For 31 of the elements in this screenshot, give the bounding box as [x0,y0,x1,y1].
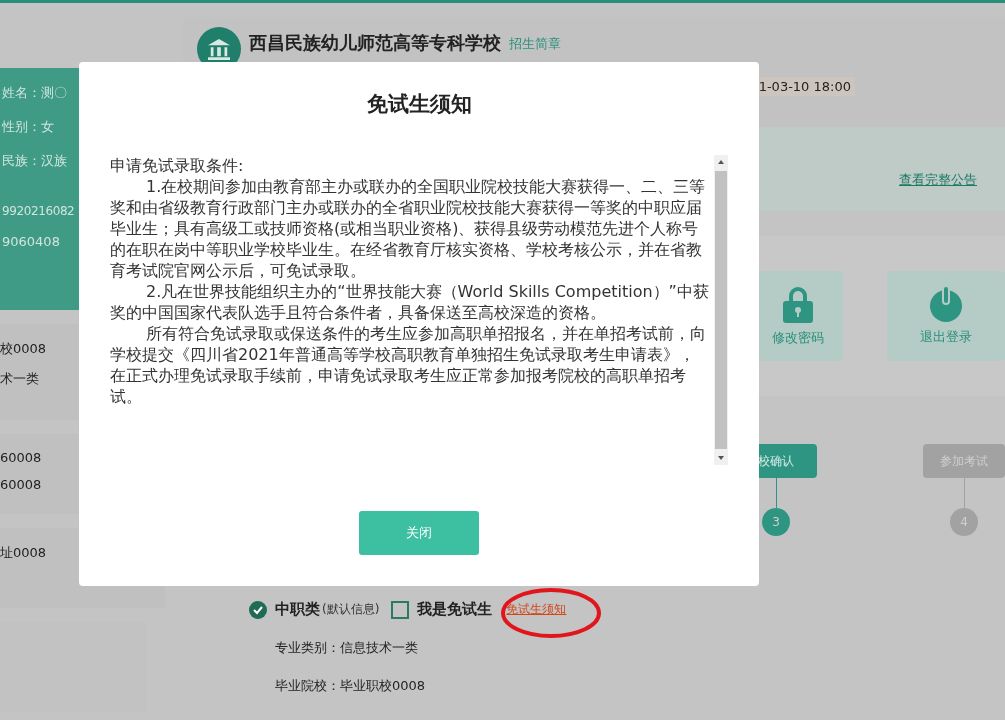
full-notice-link[interactable]: 查看完整公告 [899,171,977,189]
profile-text: 9060408 [2,234,60,249]
info-text: 60008 [0,477,42,492]
notice-paragraph: 所有符合免试录取或保送条件的考生应参加高职单招报名，并在单招考试前，向学校提交《四川省2021年普通高等学校高职教育单独招生免试录取考生申请表》，在正式办理免试录取手续前，申请免试录取考生应正常参加报考院校的高职单招考试。 [110,323,707,407]
category-hint: (默认信息) [322,601,380,618]
detail-text: 毕业院校：毕业职校0008 [274,677,427,695]
tile-button[interactable]: 退出登录 [887,271,1005,361]
dialog-title: 免试生须知 [366,91,472,118]
profile-text: 民族：汉族 [2,152,67,170]
lock-icon [782,285,814,323]
exempt-checkbox[interactable] [391,600,410,619]
step-number: 3 [762,508,790,536]
scrollbar[interactable] [714,155,728,465]
close-button[interactable]: 关闭 [359,511,479,555]
notice-paragraph: 1.在校期间参加由教育部主办或联办的全国职业院校技能大赛获得一、二、三等奖和由省级教育行政部门主办或联办的全省职业院校技能大赛获得一等奖的中职应届毕业生；具有高级工或技师资格(或相当职业资格)、获得县级劳动模范先进个人称号的在职在岗中等职业学校毕业生。在经省教育厅核实资格、学校考核公示，并在省教育考试院官网公示后，可免试录取。 [110,176,707,281]
profile-text: 性别：女 [2,118,54,136]
info-text: 址0008 [0,544,47,562]
power-icon [930,286,962,322]
brochure-link[interactable]: 招生简章 [509,35,561,53]
profile-text: 姓名：测〇 [2,84,67,102]
info-text: 术一类 [0,370,39,388]
exempt-label: 我是免试生 [417,600,493,619]
detail-text: 专业类别：信息技术一类 [274,639,419,657]
profile-text: 9920216082 [2,204,75,218]
info-text: 校0008 [0,340,47,358]
category-label: 中职类 [275,600,320,619]
info-text: 60008 [0,450,42,465]
notice-heading: 申请免试录取条件: [110,155,245,176]
notice-paragraph: 2.凡在世界技能组织主办的“世界技能大赛（World Skills Competition）”中获奖的中国国家代表队选手且符合条件者，具备保送至高校深造的资格。 [110,281,710,323]
school-name: 西昌民族幼儿师范高等专科学校 [249,31,501,55]
check-circle-icon[interactable] [249,600,267,619]
